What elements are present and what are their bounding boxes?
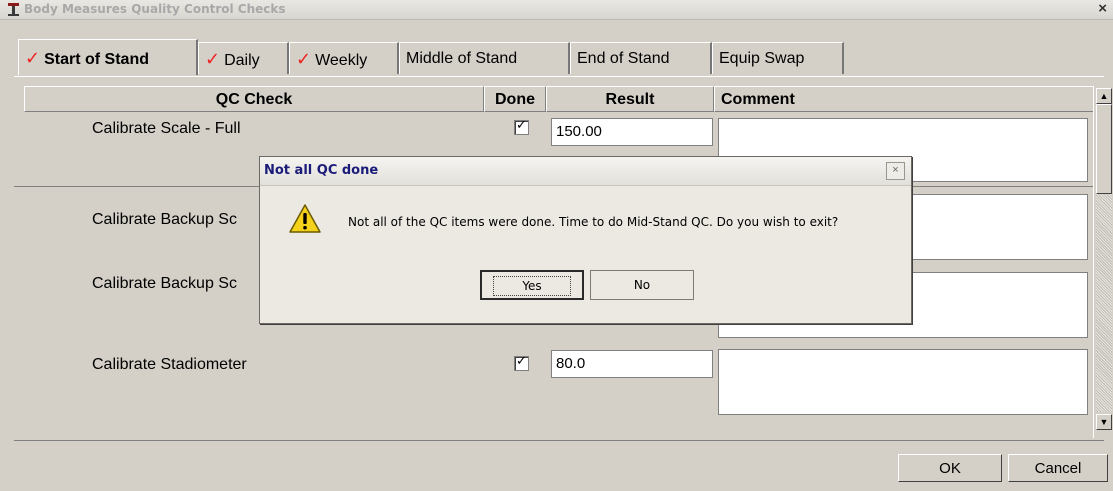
tab-label: Start of Stand bbox=[44, 51, 149, 68]
tab-check-icon: ✓ bbox=[205, 49, 221, 69]
ok-button[interactable]: OK bbox=[898, 454, 1002, 482]
tab-check-icon: ✓ bbox=[25, 48, 41, 68]
result-input[interactable]: 80.0 bbox=[551, 350, 713, 378]
no-button-label: No bbox=[633, 278, 651, 292]
tab-middle-of-stand[interactable]: Middle of Stand bbox=[399, 42, 570, 74]
confirm-dialog: Not all QC done × Not all of the QC item… bbox=[259, 156, 912, 324]
qc-check-label: Calibrate Backup Sc bbox=[92, 275, 237, 292]
window-title: Body Measures Quality Control Checks bbox=[24, 2, 286, 16]
scroll-thumb[interactable] bbox=[1096, 104, 1112, 194]
column-header-comment[interactable]: Comment bbox=[714, 86, 1094, 112]
no-button[interactable]: No bbox=[590, 270, 694, 300]
cancel-button[interactable]: Cancel bbox=[1008, 454, 1108, 482]
column-header-done[interactable]: Done bbox=[484, 86, 546, 112]
tab-check-icon: ✓ bbox=[296, 49, 312, 69]
tab-weekly[interactable]: ✓ Weekly bbox=[289, 42, 399, 74]
done-checkbox[interactable] bbox=[514, 117, 529, 135]
yes-button[interactable]: Yes bbox=[480, 270, 584, 300]
tab-equip-swap[interactable]: Equip Swap bbox=[712, 42, 844, 74]
window-titlebar: Body Measures Quality Control Checks × bbox=[0, 0, 1113, 20]
qc-check-label: Calibrate Backup Sc bbox=[92, 211, 237, 228]
tab-label: End of Stand bbox=[577, 50, 670, 67]
tab-label: Weekly bbox=[315, 52, 368, 69]
app-icon bbox=[8, 3, 19, 16]
dialog-message: Not all of the QC items were done. Time … bbox=[348, 215, 839, 229]
comment-input[interactable] bbox=[718, 349, 1088, 415]
tab-label: Equip Swap bbox=[719, 50, 805, 67]
qc-check-label: Calibrate Stadiometer bbox=[92, 356, 247, 373]
dialog-titlebar: Not all QC done × bbox=[260, 157, 911, 186]
scroll-down-icon[interactable]: ▼ bbox=[1096, 414, 1112, 430]
dialog-title: Not all QC done bbox=[264, 163, 379, 178]
tab-start-of-stand[interactable]: ✓ Start of Stand bbox=[18, 39, 198, 75]
tab-daily[interactable]: ✓ Daily bbox=[198, 42, 289, 74]
tab-label: Middle of Stand bbox=[406, 50, 518, 67]
qc-check-label: Calibrate Scale - Full bbox=[92, 120, 241, 137]
done-checkbox[interactable] bbox=[514, 353, 529, 371]
column-header-qc-check[interactable]: QC Check bbox=[24, 86, 484, 112]
column-header-result[interactable]: Result bbox=[546, 86, 714, 112]
tab-panel-border bbox=[14, 76, 1104, 77]
yes-button-label: Yes bbox=[493, 276, 571, 296]
scroll-track[interactable] bbox=[1096, 194, 1112, 412]
warning-icon bbox=[289, 204, 321, 233]
result-input[interactable]: 150.00 bbox=[551, 118, 713, 146]
window-close-button[interactable]: × bbox=[1098, 0, 1107, 17]
footer-divider bbox=[14, 440, 1104, 441]
scroll-up-icon[interactable]: ▲ bbox=[1096, 88, 1112, 104]
tab-end-of-stand[interactable]: End of Stand bbox=[570, 42, 712, 74]
vertical-scrollbar[interactable]: ▲ ▼ bbox=[1093, 86, 1113, 438]
dialog-close-button[interactable]: × bbox=[886, 162, 905, 180]
tab-label: Daily bbox=[224, 52, 260, 69]
